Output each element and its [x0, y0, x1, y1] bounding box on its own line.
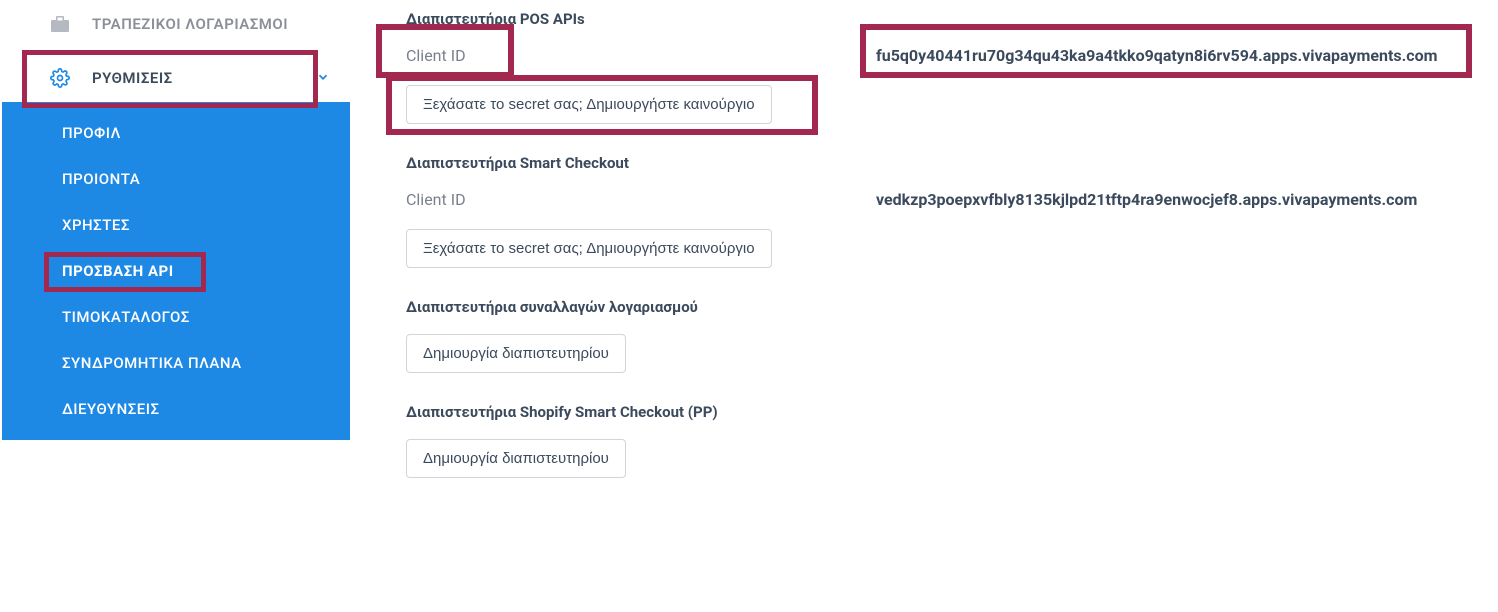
main-content: Διαπιστευτήρια POS APIs Client ID fu5q0y…: [350, 0, 1498, 612]
sidebar-item-subscription-plans[interactable]: ΣΥΝΔΡΟΜΗΤΙΚΑ ΠΛΑΝΑ: [2, 340, 350, 386]
create-credential-button[interactable]: Δημιουργία διαπιστευτηρίου: [406, 439, 626, 478]
client-id-label: Client ID: [406, 190, 466, 209]
sidebar-item-label: ΠΡΟΦΙΛ: [62, 124, 121, 142]
section-title: Διαπιστευτήρια POS APIs: [406, 10, 1478, 28]
account-transaction-credentials-section: Διαπιστευτήρια συναλλαγών λογαριασμού Δη…: [406, 298, 1478, 373]
smart-checkout-credentials-section: Διαπιστευτήρια Smart Checkout Client ID …: [406, 154, 1478, 268]
sidebar-item-label: ΣΥΝΔΡΟΜΗΤΙΚΑ ΠΛΑΝΑ: [62, 354, 242, 372]
sidebar-item-addresses[interactable]: ΔΙΕΥΘΥΝΣΕΙΣ: [2, 386, 350, 432]
sidebar-item-label: ΠΡΟΣΒΑΣΗ API: [62, 262, 174, 280]
sidebar-item-label: ΤΡΑΠΕΖΙΚΟΙ ΛΟΓΑΡΙΑΣΜΟΙ: [92, 15, 288, 33]
sidebar-item-settings[interactable]: ΡΥΘΜΙΣΕΙΣ: [0, 54, 350, 102]
section-title: Διαπιστευτήρια Smart Checkout: [406, 154, 1478, 172]
sidebar-item-label: ΤΙΜΟΚΑΤΑΛΟΓΟΣ: [62, 308, 190, 326]
regenerate-secret-button[interactable]: Ξεχάσατε το secret σας; Δημιουργήστε και…: [406, 229, 772, 268]
chevron-down-icon: [316, 68, 330, 89]
pos-api-credentials-section: Διαπιστευτήρια POS APIs Client ID fu5q0y…: [406, 10, 1478, 124]
sidebar-item-label: ΔΙΕΥΘΥΝΣΕΙΣ: [62, 400, 160, 418]
sidebar-item-label: ΡΥΘΜΙΣΕΙΣ: [92, 69, 173, 87]
client-id-value: vedkzp3poepxvfbly8135kjlpd21tftp4ra9enwo…: [876, 190, 1417, 209]
briefcase-icon: [48, 16, 72, 32]
sidebar-item-users[interactable]: ΧΡΗΣΤΕΣ: [2, 202, 350, 248]
client-id-value: fu5q0y40441ru70g34qu43ka9a4tkko9qatyn8i6…: [876, 46, 1437, 65]
section-title: Διαπιστευτήρια συναλλαγών λογαριασμού: [406, 298, 1478, 316]
client-id-label: Client ID: [406, 46, 466, 65]
gear-icon: [48, 68, 72, 88]
sidebar-item-products[interactable]: ΠΡΟΙΟΝΤΑ: [2, 156, 350, 202]
sidebar-item-api-access[interactable]: ΠΡΟΣΒΑΣΗ API: [2, 248, 350, 294]
sidebar-item-pricing[interactable]: ΤΙΜΟΚΑΤΑΛΟΓΟΣ: [2, 294, 350, 340]
sidebar-item-label: ΠΡΟΙΟΝΤΑ: [62, 170, 140, 188]
sidebar: ΤΡΑΠΕΖΙΚΟΙ ΛΟΓΑΡΙΑΣΜΟΙ ΡΥΘΜΙΣΕΙΣ ΠΡΟΦΙΛ …: [0, 0, 350, 612]
sidebar-item-bank-accounts[interactable]: ΤΡΑΠΕΖΙΚΟΙ ΛΟΓΑΡΙΑΣΜΟΙ: [0, 0, 350, 48]
create-credential-button[interactable]: Δημιουργία διαπιστευτηρίου: [406, 334, 626, 373]
sidebar-item-label: ΧΡΗΣΤΕΣ: [62, 216, 130, 234]
shopify-credentials-section: Διαπιστευτήρια Shopify Smart Checkout (P…: [406, 403, 1478, 478]
sidebar-item-profile[interactable]: ΠΡΟΦΙΛ: [2, 110, 350, 156]
regenerate-secret-button[interactable]: Ξεχάσατε το secret σας; Δημιουργήστε και…: [406, 85, 772, 124]
settings-submenu: ΠΡΟΦΙΛ ΠΡΟΙΟΝΤΑ ΧΡΗΣΤΕΣ ΠΡΟΣΒΑΣΗ API ΤΙΜ…: [2, 102, 350, 440]
section-title: Διαπιστευτήρια Shopify Smart Checkout (P…: [406, 403, 1478, 421]
